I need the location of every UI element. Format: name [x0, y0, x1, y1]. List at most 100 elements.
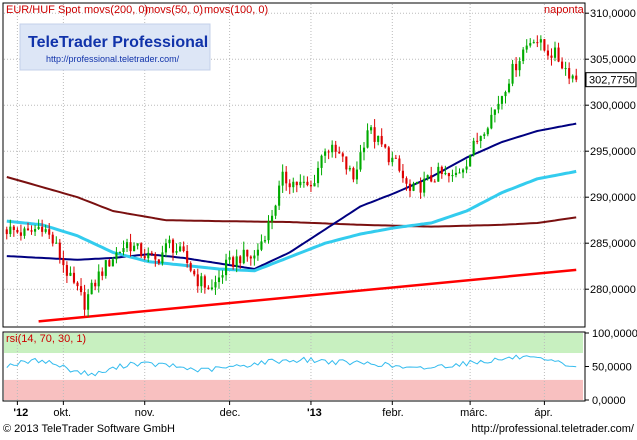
- rsi-oversold-band: [4, 379, 583, 400]
- candle-body: [525, 45, 528, 50]
- candle-body: [497, 103, 500, 110]
- rsi-y-tick-label: 100,0000: [592, 328, 637, 340]
- candle-body: [444, 173, 447, 175]
- candle-body: [278, 185, 281, 206]
- footer-url[interactable]: http://professional.teletrader.com/: [471, 423, 634, 435]
- footer-copyright: © 2013 TeleTrader Software GmbH: [3, 423, 175, 435]
- candle-body: [518, 61, 521, 71]
- candle-body: [529, 43, 532, 46]
- candle-body: [104, 260, 107, 276]
- candle-body: [182, 246, 185, 251]
- candle-body: [200, 276, 203, 287]
- candle-body: [493, 109, 496, 115]
- candle-body: [405, 178, 408, 184]
- candle-body: [189, 263, 192, 271]
- candle-body: [472, 140, 475, 156]
- candle-body: [295, 181, 298, 186]
- candle-body: [186, 250, 189, 264]
- candle-body: [129, 242, 132, 252]
- x-tick-label: '13: [307, 407, 322, 419]
- candle-body: [9, 226, 12, 235]
- candle-body: [490, 114, 493, 129]
- candle-body: [260, 241, 263, 250]
- candle-body: [483, 134, 486, 136]
- chart-canvas: TeleTrader Professional http://professio…: [2, 2, 637, 419]
- candle-body: [26, 228, 30, 231]
- candle-body: [193, 270, 196, 275]
- candle-body: [196, 274, 199, 287]
- candle-body: [23, 228, 26, 236]
- candle-body: [108, 260, 111, 267]
- candle-body: [217, 277, 221, 283]
- candle-body: [171, 239, 175, 253]
- candle-body: [553, 47, 557, 58]
- candle-body: [500, 96, 504, 104]
- candle-body: [557, 47, 560, 62]
- candle-body: [101, 271, 104, 276]
- candle-body: [447, 173, 450, 177]
- candle-body: [147, 252, 150, 259]
- candle-body: [133, 245, 136, 252]
- candle-body: [41, 226, 44, 232]
- candle-body: [90, 282, 93, 295]
- candle-body: [302, 181, 305, 183]
- candle-body: [550, 55, 553, 58]
- candle-body: [486, 128, 489, 135]
- candle-body: [394, 157, 397, 159]
- candle-body: [536, 42, 539, 44]
- candle-body: [401, 170, 404, 179]
- x-tick-label: febr.: [382, 407, 403, 419]
- candle-body: [568, 68, 571, 79]
- candle-body: [83, 292, 86, 310]
- candle-body: [235, 256, 238, 267]
- candle: [469, 154, 472, 167]
- x-tick-label: '12: [13, 407, 28, 419]
- y-tick-label: 310,0000: [590, 8, 636, 20]
- candle-body: [118, 252, 122, 254]
- candle-body: [168, 239, 171, 244]
- candle-body: [440, 166, 443, 174]
- candle: [543, 38, 546, 52]
- candle-body: [398, 158, 401, 171]
- candle-body: [150, 252, 153, 255]
- candle-body: [433, 181, 436, 183]
- candle-body: [55, 242, 58, 244]
- watermark-url: http://professional.teletrader.com/: [46, 54, 180, 64]
- candle-body: [476, 140, 479, 142]
- candle-body: [288, 183, 291, 188]
- legend-instrument: EUR/HUF Spot: [6, 4, 81, 16]
- footer: © 2013 TeleTrader Software GmbH http://p…: [0, 420, 637, 440]
- candle-body: [125, 242, 129, 249]
- candle-body: [97, 271, 100, 287]
- rsi-y-tick-label: 0,0000: [592, 395, 626, 407]
- candle-body: [479, 135, 482, 141]
- candle-body: [16, 229, 19, 233]
- candle-body: [507, 83, 511, 93]
- candle-body: [465, 166, 468, 170]
- candle-body: [76, 282, 79, 287]
- candle-body: [115, 252, 118, 260]
- candle-body: [373, 127, 376, 142]
- candle-body: [270, 215, 274, 222]
- rsi-legend: rsi(14, 70, 30, 1): [6, 333, 86, 345]
- candle-body: [461, 169, 465, 173]
- candle-body: [263, 240, 267, 242]
- candle-body: [281, 171, 284, 186]
- x-tick-label: okt.: [53, 407, 71, 419]
- candle-body: [122, 248, 125, 253]
- legend-movs-200: movs(200, 0): [84, 4, 148, 16]
- candle-body: [111, 259, 114, 267]
- candle-body: [571, 75, 574, 79]
- candle-body: [292, 181, 295, 188]
- candle-body: [274, 205, 277, 216]
- candle-body: [34, 229, 37, 232]
- candle-body: [136, 243, 139, 246]
- candle-body: [44, 229, 47, 232]
- candle-body: [355, 169, 358, 180]
- x-tick-label: márc.: [460, 407, 488, 419]
- candle-body: [157, 259, 160, 264]
- candle-body: [377, 135, 380, 142]
- candle-body: [327, 151, 330, 153]
- candle-body: [426, 175, 429, 179]
- candle-body: [143, 256, 146, 259]
